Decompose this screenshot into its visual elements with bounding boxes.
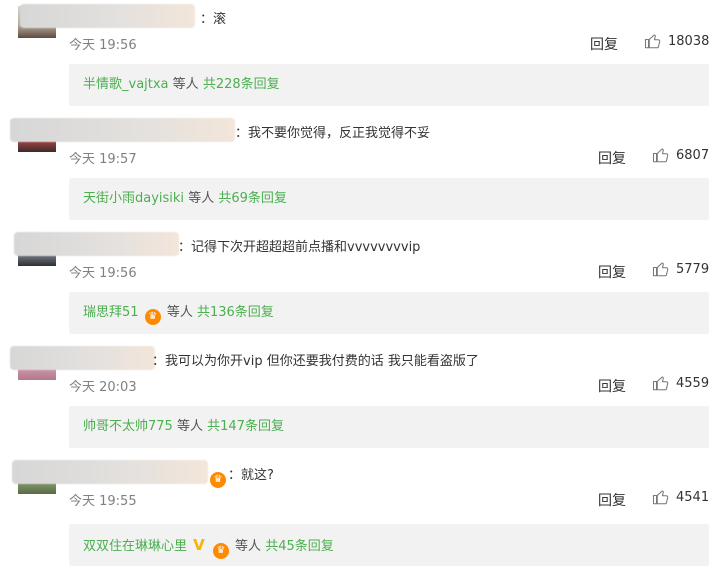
username-blurred[interactable] (10, 118, 235, 142)
like-button[interactable]: 4541 (652, 488, 709, 506)
replies-summary[interactable]: 瑞思拜51 ♛ 等人 共136条回复 (69, 292, 709, 334)
reply-button[interactable]: 回复 (598, 376, 626, 396)
comment-text: 滚 (213, 12, 227, 27)
like-count: 4559 (676, 375, 710, 391)
replies-summary[interactable]: 半情歌_vajtxa 等人 共228条回复 (69, 64, 709, 106)
comment-item: ：我可以为你开vip 但你还要我付费的话 我只能看盗版了 今天 20:03 回复… (0, 342, 720, 452)
comment-text-line: ：我可以为你开vip 但你还要我付费的话 我只能看盗版了 (152, 354, 479, 369)
like-count: 18038 (668, 33, 710, 49)
comment-time: 今天 20:03 (69, 380, 137, 395)
thumbs-up-icon (652, 148, 669, 163)
thumbs-up-icon (644, 34, 661, 49)
reply-button[interactable]: 回复 (598, 490, 626, 510)
reply-etc: 等人 (188, 191, 215, 206)
reply-user-link[interactable]: 半情歌_vajtxa (83, 77, 169, 92)
fan-badge-icon: ♛ (212, 543, 229, 559)
verified-v-icon: V (193, 536, 205, 554)
username-blurred[interactable] (20, 4, 195, 28)
comment-text: 记得下次开超超超前点播和vvvvvvvvip (191, 240, 421, 255)
comment-time: 今天 19:55 (69, 494, 137, 509)
username-blurred[interactable] (10, 346, 155, 370)
reply-button[interactable]: 回复 (598, 262, 626, 282)
like-count: 5779 (676, 261, 710, 277)
comment-time: 今天 19:57 (69, 152, 137, 167)
thumbs-up-icon (652, 376, 669, 391)
reply-etc: 等人 (235, 539, 262, 554)
comment-text: 我不要你觉得，反正我觉得不妥 (248, 126, 431, 141)
reply-etc: 等人 (176, 419, 203, 434)
reply-count-link[interactable]: 共69条回复 (218, 191, 287, 206)
comment-time: 今天 19:56 (69, 38, 137, 53)
comment-text-line: ：记得下次开超超超前点播和vvvvvvvvip (178, 240, 421, 255)
reply-user-link[interactable]: 帅哥不太帅775 (83, 419, 173, 434)
replies-summary[interactable]: 天街小雨dayisiki 等人 共69条回复 (69, 178, 709, 220)
like-button[interactable]: 4559 (652, 374, 709, 392)
like-count: 4541 (676, 489, 710, 505)
reply-count-link[interactable]: 共228条回复 (203, 77, 280, 92)
fan-badge-icon: ♛ (210, 472, 226, 488)
fan-badge-icon: ♛ (144, 309, 161, 325)
like-button[interactable]: 6807 (652, 146, 709, 164)
username-blurred[interactable] (14, 232, 179, 256)
comment-text: 我可以为你开vip 但你还要我付费的话 我只能看盗版了 (165, 354, 479, 369)
comment-item: ：记得下次开超超超前点播和vvvvvvvvip 今天 19:56 回复 5779… (0, 228, 720, 338)
comment-item: ：滚 今天 19:56 回复 18038 半情歌_vajtxa 等人 共228条… (0, 0, 720, 110)
comment-time: 今天 19:56 (69, 266, 137, 281)
reply-count-link[interactable]: 共136条回复 (197, 305, 274, 320)
thumbs-up-icon (652, 490, 669, 505)
comment-text-line: ：滚 (200, 12, 227, 27)
reply-user-link[interactable]: 双双住在琳琳心里 (83, 539, 187, 554)
comment-text-line: ♛ ：就这? (208, 464, 274, 488)
comment-item: ♛ ：就这? 今天 19:55 回复 4541 双双住在琳琳心里 V ♛ 等人 共… (0, 456, 720, 569)
comment-text-line: ：我不要你觉得，反正我觉得不妥 (235, 126, 431, 141)
reply-button[interactable]: 回复 (598, 148, 626, 168)
replies-summary[interactable]: 双双住在琳琳心里 V ♛ 等人 共45条回复 (69, 524, 709, 566)
reply-etc: 等人 (166, 305, 193, 320)
comment-text: 就这? (241, 468, 274, 483)
comment-item: ：我不要你觉得，反正我觉得不妥 今天 19:57 回复 6807 天街小雨day… (0, 114, 720, 224)
replies-summary[interactable]: 帅哥不太帅775 等人 共147条回复 (69, 406, 709, 448)
like-button[interactable]: 18038 (644, 32, 709, 50)
like-count: 6807 (676, 147, 710, 163)
reply-count-link[interactable]: 共45条回复 (265, 539, 334, 554)
reply-etc: 等人 (172, 77, 199, 92)
reply-count-link[interactable]: 共147条回复 (207, 419, 284, 434)
reply-user-link[interactable]: 瑞思拜51 (83, 305, 139, 320)
reply-user-link[interactable]: 天街小雨dayisiki (83, 191, 184, 206)
thumbs-up-icon (652, 262, 669, 277)
reply-button[interactable]: 回复 (590, 34, 618, 54)
like-button[interactable]: 5779 (652, 260, 709, 278)
username-blurred[interactable] (12, 460, 208, 484)
